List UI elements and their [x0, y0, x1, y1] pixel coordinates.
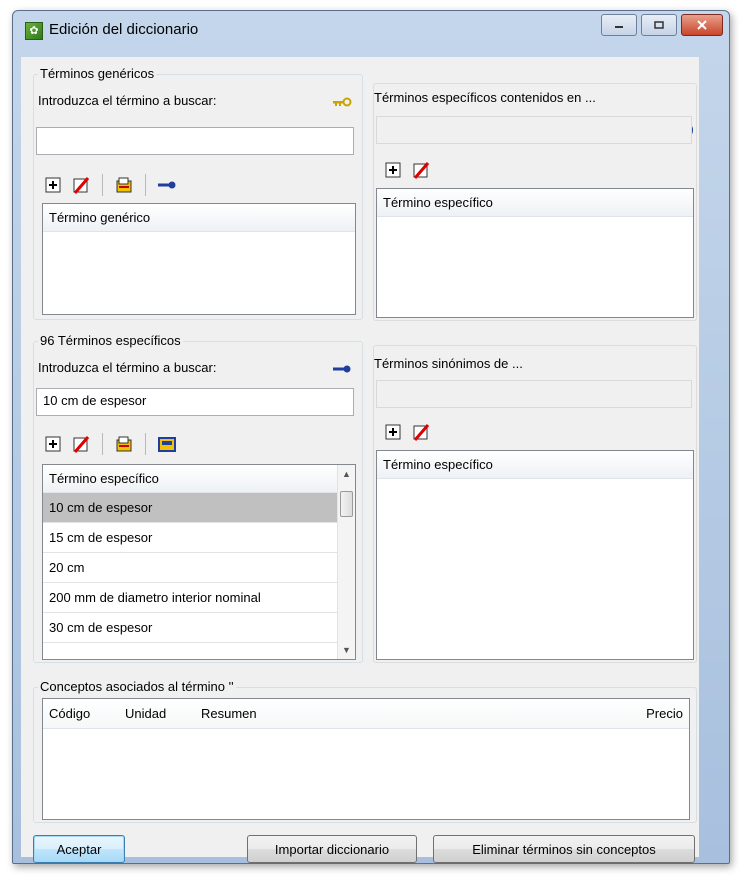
- caption-buttons: [601, 14, 723, 36]
- edit-generic-button[interactable]: [113, 174, 135, 196]
- generic-terms-title: Términos genéricos: [38, 66, 157, 81]
- column-header-unidad[interactable]: Unidad: [119, 706, 195, 721]
- specific-terms-group: 96 Términos específicos Introduzca el té…: [33, 333, 363, 663]
- delete-synonym-button[interactable]: [410, 421, 432, 443]
- generic-search-input[interactable]: [36, 127, 354, 155]
- delete-icon: [73, 436, 90, 453]
- delete-specific-button[interactable]: [70, 433, 92, 455]
- add-generic-button[interactable]: [42, 174, 64, 196]
- move-specific-button[interactable]: [156, 433, 178, 455]
- maximize-icon: [654, 21, 664, 29]
- window-title: Edición del diccionario: [49, 21, 199, 38]
- list-header[interactable]: Término genérico: [43, 204, 355, 232]
- specific-rows: 10 cm de espesor 15 cm de espesor 20 cm …: [43, 493, 337, 643]
- contained-specific-field: [376, 116, 692, 144]
- column-header-precio[interactable]: Precio: [619, 706, 689, 721]
- list-header[interactable]: Término específico: [43, 465, 337, 493]
- generic-terms-list[interactable]: Término genérico: [42, 203, 356, 315]
- accept-button[interactable]: Aceptar: [33, 835, 125, 863]
- delete-icon: [413, 162, 430, 179]
- synonyms-group: Términos sinónimos de ... Término especí…: [373, 345, 697, 663]
- add-icon: [385, 424, 401, 440]
- toolbar-separator: [102, 174, 103, 196]
- remove-unused-terms-button[interactable]: Eliminar términos sin conceptos: [433, 835, 695, 863]
- edit-specific-button[interactable]: [113, 433, 135, 455]
- edit-icon: [116, 177, 132, 193]
- concepts-group: Conceptos asociados al término '' Código…: [33, 679, 697, 823]
- scroll-thumb[interactable]: [340, 491, 353, 517]
- generic-toolbar: [42, 171, 178, 199]
- minimize-icon: [615, 26, 623, 28]
- generic-terms-group: Términos genéricos Introduzca el término…: [33, 66, 363, 320]
- synonyms-list[interactable]: Término específico: [376, 450, 694, 660]
- contained-toolbar: [382, 156, 432, 184]
- contained-specific-list[interactable]: Término específico: [376, 188, 694, 318]
- specific-terms-list[interactable]: Término específico 10 cm de espesor 15 c…: [42, 464, 356, 660]
- delete-contained-button[interactable]: [410, 159, 432, 181]
- close-icon: [697, 20, 707, 30]
- scroll-up-arrow[interactable]: ▲: [338, 465, 355, 483]
- key-icon[interactable]: [332, 97, 352, 107]
- maximize-button[interactable]: [641, 14, 677, 36]
- edit-icon: [116, 436, 132, 452]
- key-blue-icon: [158, 181, 176, 189]
- add-contained-button[interactable]: [382, 159, 404, 181]
- specific-terms-title: 96 Términos específicos: [38, 333, 183, 348]
- column-header-resumen[interactable]: Resumen: [195, 706, 619, 721]
- toolbar-separator: [102, 433, 103, 455]
- synonyms-title: Términos sinónimos de ...: [374, 356, 523, 371]
- toolbar-separator: [145, 433, 146, 455]
- synonyms-toolbar: [382, 418, 432, 446]
- specific-search-input[interactable]: 10 cm de espesor: [36, 388, 354, 416]
- list-item[interactable]: 20 cm: [43, 553, 337, 583]
- key-blue-icon[interactable]: [332, 364, 352, 374]
- generic-search-label: Introduzca el término a buscar:: [38, 93, 217, 108]
- add-icon: [45, 177, 61, 193]
- contained-specific-group: Términos específicos contenidos en ... T…: [373, 83, 697, 321]
- concepts-table-header: Código Unidad Resumen Precio: [43, 699, 689, 729]
- assign-generic-button[interactable]: [156, 174, 178, 196]
- concepts-table[interactable]: Código Unidad Resumen Precio: [42, 698, 690, 820]
- close-button[interactable]: [681, 14, 723, 36]
- delete-generic-button[interactable]: [70, 174, 92, 196]
- specific-search-label: Introduzca el término a buscar:: [38, 360, 217, 375]
- list-header[interactable]: Término específico: [377, 189, 693, 217]
- delete-icon: [73, 177, 90, 194]
- list-item[interactable]: 10 cm de espesor: [43, 493, 337, 523]
- minimize-button[interactable]: [601, 14, 637, 36]
- scroll-down-arrow[interactable]: ▼: [338, 641, 355, 659]
- title-bar[interactable]: ✿ Edición del diccionario: [13, 11, 729, 57]
- specific-toolbar: [42, 430, 178, 458]
- delete-icon: [413, 424, 430, 441]
- column-header-codigo[interactable]: Código: [43, 706, 119, 721]
- list-item[interactable]: 30 cm de espesor: [43, 613, 337, 643]
- add-icon: [45, 436, 61, 452]
- add-icon: [385, 162, 401, 178]
- add-synonym-button[interactable]: [382, 421, 404, 443]
- vertical-scrollbar[interactable]: ▲ ▼: [337, 465, 355, 659]
- list-item[interactable]: 15 cm de espesor: [43, 523, 337, 553]
- add-specific-button[interactable]: [42, 433, 64, 455]
- concepts-title: Conceptos asociados al término '': [38, 679, 236, 694]
- synonyms-field: [376, 380, 692, 408]
- toolbar-separator: [145, 174, 146, 196]
- dialog-client-area: ? Términos genéricos Introduzca el térmi…: [21, 57, 699, 863]
- list-header[interactable]: Término específico: [377, 451, 693, 479]
- import-dictionary-button[interactable]: Importar diccionario: [247, 835, 417, 863]
- list-item[interactable]: 200 mm de diametro interior nominal: [43, 583, 337, 613]
- contained-specific-title: Términos específicos contenidos en ...: [374, 90, 596, 105]
- dictionary-dialog: ✿ Edición del diccionario ? Términos gen…: [12, 10, 730, 864]
- folder-move-icon: [158, 437, 176, 452]
- app-icon: ✿: [25, 22, 43, 40]
